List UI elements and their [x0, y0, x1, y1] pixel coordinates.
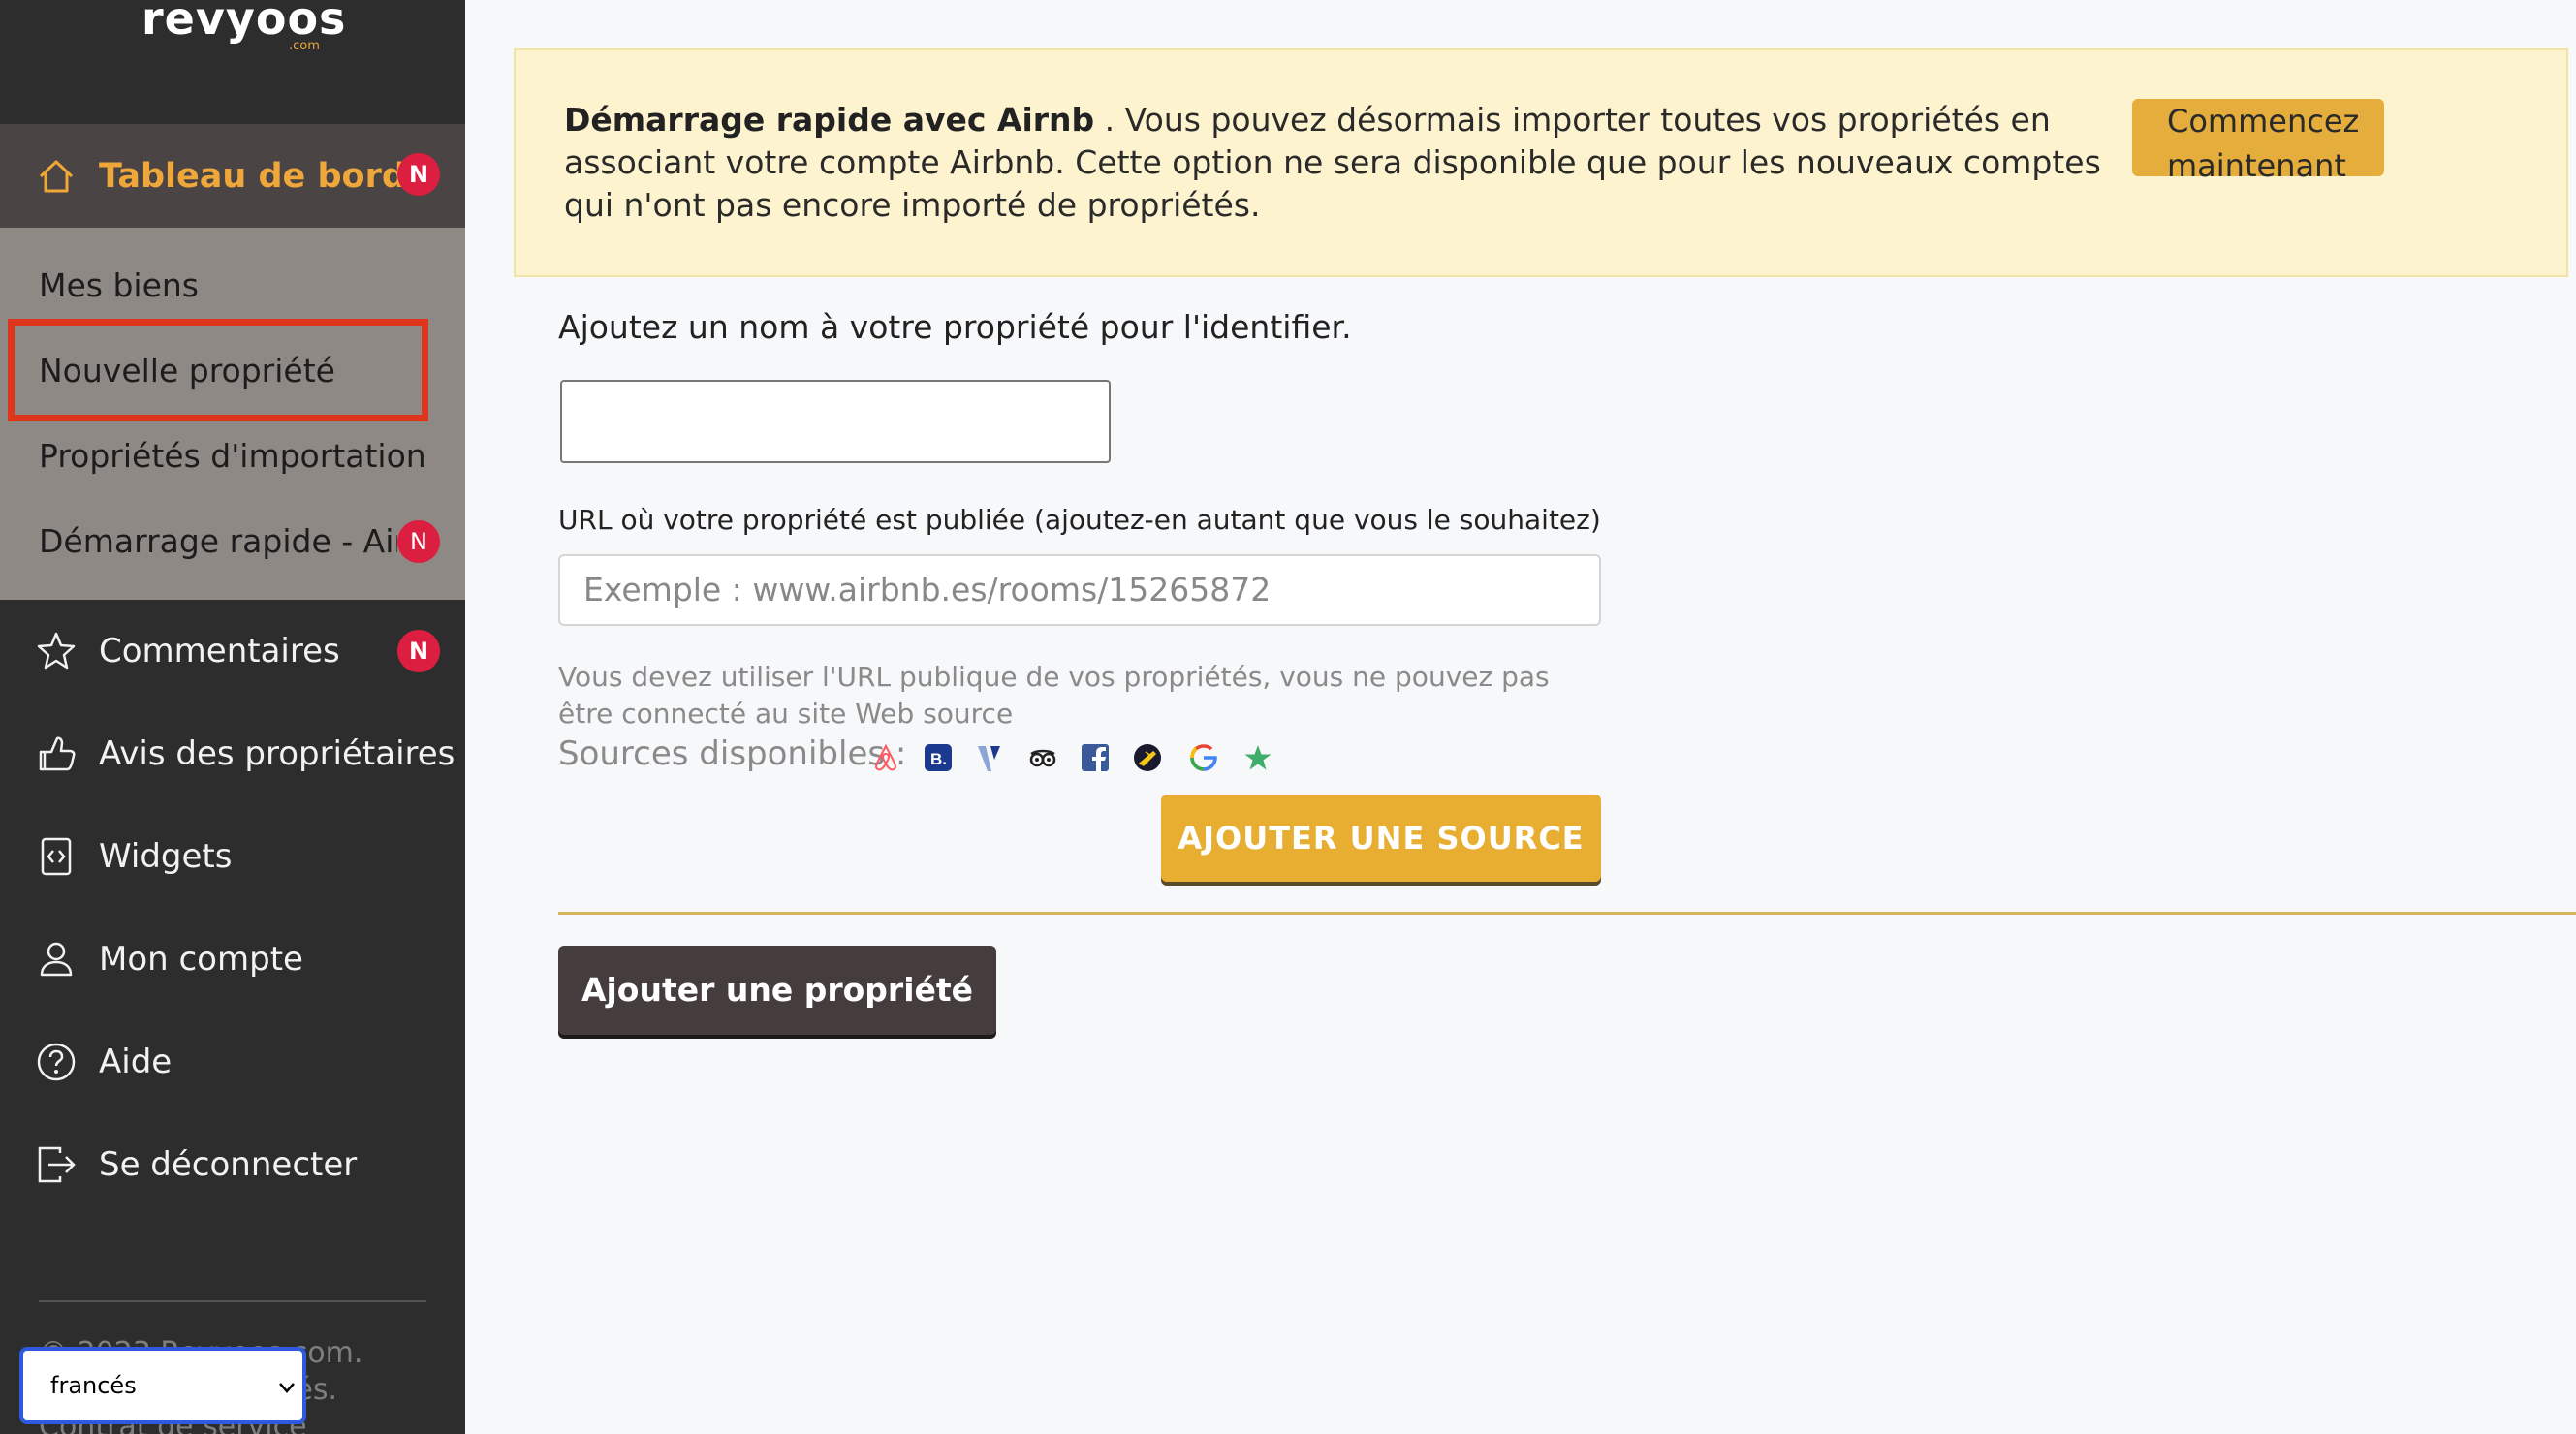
- sidebar-item-owner-reviews[interactable]: Avis des propriétaires: [0, 715, 465, 793]
- sidebar-item-label: Démarrage rapide - Airbnb: [39, 522, 397, 560]
- sources-label: Sources disponibles :: [558, 734, 907, 773]
- home-icon: [39, 160, 74, 193]
- sidebar-item-label: Widgets: [99, 837, 233, 876]
- star-icon: [37, 632, 76, 670]
- property-name-input[interactable]: [560, 380, 1111, 463]
- add-source-button[interactable]: AJOUTER UNE SOURCE: [1161, 795, 1601, 882]
- add-property-button[interactable]: Ajouter une propriété: [558, 946, 996, 1035]
- svg-text:B.: B.: [930, 750, 947, 768]
- google-icon: [1190, 744, 1217, 771]
- vrbo-icon: [978, 746, 1000, 771]
- url-input[interactable]: Exemple : www.airbnb.es/rooms/15265872: [558, 554, 1601, 626]
- logo-suffix: .com: [289, 39, 320, 53]
- language-select[interactable]: francés: [19, 1347, 306, 1424]
- start-now-button[interactable]: Commencez maintenant: [2132, 99, 2384, 184]
- sidebar-item-comments[interactable]: Commentaires N: [0, 612, 465, 690]
- expedia-icon: [1134, 744, 1161, 771]
- logout-icon: [38, 1146, 76, 1183]
- property-name-label: Ajoutez un nom à votre propriété pour l'…: [558, 308, 1352, 346]
- sidebar-item-label: Commentaires: [99, 632, 340, 670]
- new-badge: N: [397, 153, 440, 196]
- sidebar-item-label: Se déconnecter: [99, 1145, 358, 1184]
- sidebar-item-my-account[interactable]: Mon compte: [0, 920, 465, 998]
- sidebar: revyoos .com Tableau de bord N Mes biens…: [0, 0, 465, 1434]
- thumbs-up-icon: [39, 736, 76, 771]
- divider: [39, 1300, 426, 1302]
- chevron-down-icon: [279, 1383, 295, 1393]
- sidebar-item-label: Tableau de bord: [99, 157, 406, 196]
- sidebar-item-help[interactable]: Aide: [0, 1023, 465, 1101]
- banner-title: Démarrage rapide avec Airnb: [564, 101, 1095, 139]
- sidebar-item-label: Mon compte: [99, 940, 303, 979]
- logo[interactable]: revyoos .com: [0, 0, 465, 58]
- submenu: Mes biens Nouvelle propriété Propriétés …: [0, 228, 465, 600]
- sidebar-item-label: Aide: [99, 1043, 173, 1081]
- sidebar-item-new-property[interactable]: Nouvelle propriété: [39, 352, 335, 390]
- sidebar-item-dashboard[interactable]: Tableau de bord N: [0, 124, 465, 228]
- trustpilot-icon: [1244, 745, 1272, 770]
- new-badge: N: [397, 520, 440, 563]
- sidebar-item-import-properties[interactable]: Propriétés d'importation: [39, 437, 426, 475]
- help-icon: [37, 1043, 76, 1081]
- banner-text: Démarrage rapide avec Airnb . Vous pouve…: [564, 99, 2115, 227]
- new-badge: N: [397, 630, 440, 672]
- user-icon: [40, 942, 73, 977]
- sidebar-item-my-properties[interactable]: Mes biens: [39, 266, 199, 304]
- sidebar-item-quick-start[interactable]: Démarrage rapide - Airbnb: [39, 518, 397, 577]
- url-label: URL où votre propriété est publiée (ajou…: [558, 504, 1601, 536]
- sidebar-item-logout[interactable]: Se déconnecter: [0, 1126, 465, 1203]
- booking-icon: B.: [925, 744, 952, 771]
- url-hint: Vous devez utiliser l'URL publique de vo…: [558, 661, 1550, 730]
- facebook-icon: [1082, 744, 1109, 771]
- sidebar-item-widgets[interactable]: Widgets: [0, 818, 465, 895]
- quick-start-banner: Démarrage rapide avec Airnb . Vous pouve…: [514, 48, 2568, 277]
- language-value: francés: [50, 1372, 137, 1399]
- sidebar-item-label: Avis des propriétaires: [99, 734, 456, 773]
- code-icon: [41, 837, 72, 876]
- divider: [558, 912, 2576, 915]
- tripadvisor-icon: [1029, 749, 1056, 767]
- airbnb-icon: [874, 743, 897, 771]
